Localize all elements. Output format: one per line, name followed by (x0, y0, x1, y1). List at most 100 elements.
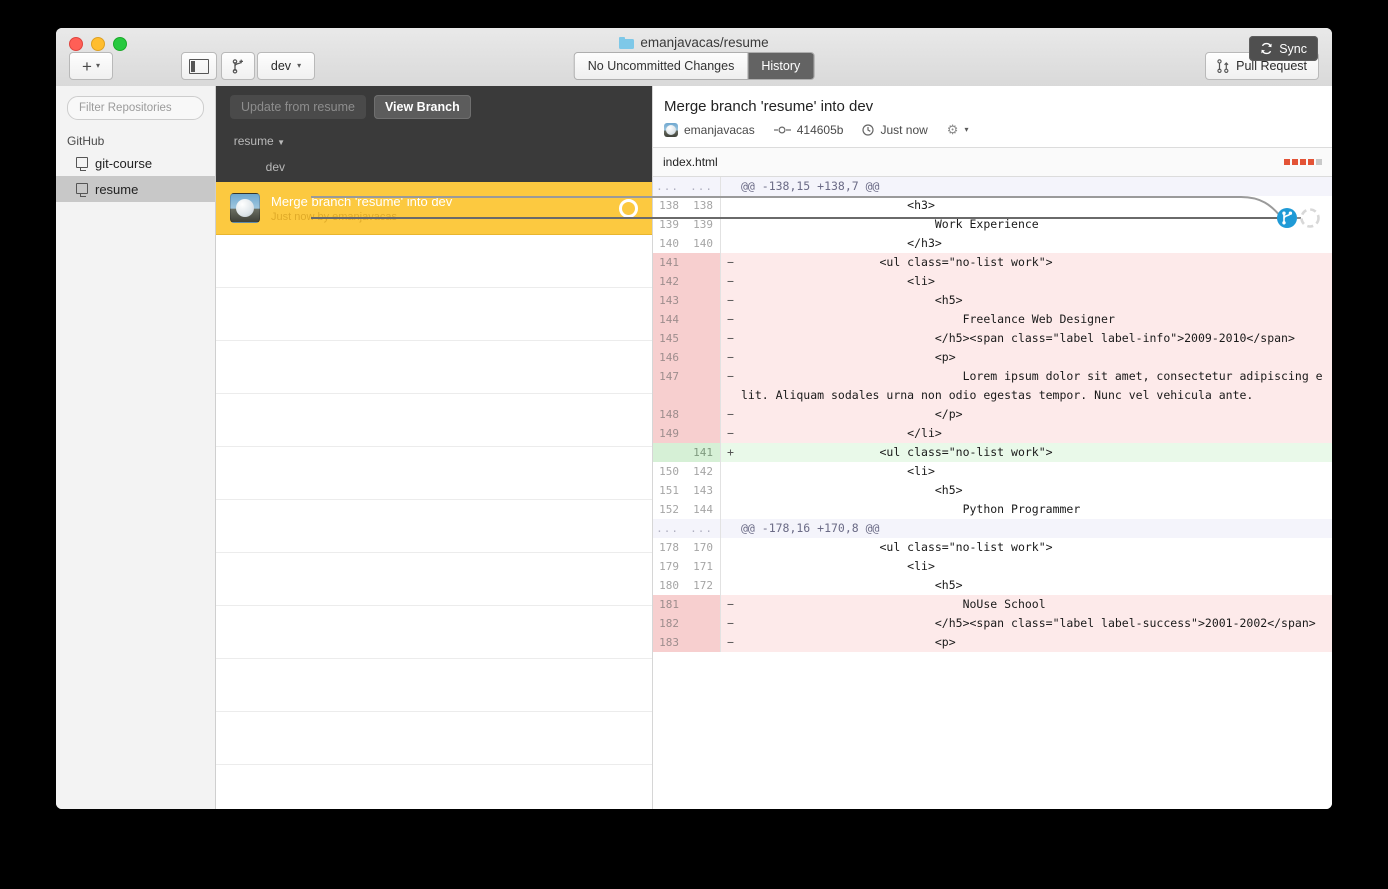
diff-code: Lorem ipsum dolor sit amet, consectetur … (741, 369, 1323, 402)
diff-new-lineno: 138 (687, 196, 721, 215)
diff-sign: − (727, 426, 734, 440)
diff-old-lineno: 182 (653, 614, 687, 633)
gear-icon[interactable]: ⚙ (947, 122, 959, 138)
window-title: emanjavacas/resume (56, 35, 1332, 50)
diff-new-lineno: 142 (687, 462, 721, 481)
diff-sign: − (727, 293, 734, 307)
sidebar-item-git-course[interactable]: git-course (56, 150, 215, 176)
pull-request-label: Pull Request (1236, 59, 1307, 73)
diff-new-lineno (687, 310, 721, 329)
diff-code: <p> (741, 350, 956, 364)
app-window: emanjavacas/resume + ▾ dev ▾ No Uncommit… (56, 28, 1332, 809)
diff-line-del: 181 − NoUse School (653, 595, 1332, 614)
diff-sign: − (727, 255, 734, 269)
plus-icon: + (82, 56, 92, 76)
pull-request-icon (1217, 59, 1229, 73)
sidebar-item-resume[interactable]: resume (56, 176, 215, 202)
sync-button[interactable]: Sync (1249, 36, 1318, 61)
diff-old-lineno: 141 (653, 253, 687, 272)
diff-view[interactable]: ...... @@ -138,15 +138,7 @@ 138 138 <h3> 139… (653, 177, 1332, 809)
branch-selector[interactable]: dev ▾ (257, 52, 315, 80)
commit-detail-pane: Merge branch 'resume' into dev emanjavac… (652, 86, 1332, 809)
diff-sign (721, 215, 741, 234)
list-item (216, 341, 652, 394)
diff-sign (721, 462, 741, 481)
list-item (216, 500, 652, 553)
diff-new-lineno: ... (687, 519, 721, 538)
diff-old-lineno: 183 (653, 633, 687, 652)
sidebar-item-label: resume (95, 181, 139, 197)
commit-author: emanjavacas (684, 123, 755, 137)
filter-repositories-input[interactable]: Filter Repositories (67, 96, 204, 120)
update-from-branch-button[interactable]: Update from resume (230, 94, 366, 119)
graph-branch-dev[interactable]: dev (216, 160, 285, 174)
sidebar-item-label: git-course (95, 155, 153, 171)
diff-old-lineno: 146 (653, 348, 687, 367)
diff-sign: − (727, 350, 734, 364)
sync-icon (1261, 42, 1272, 55)
diff-old-lineno: 181 (653, 595, 687, 614)
add-repository-button[interactable]: + ▾ (69, 52, 113, 80)
diff-new-lineno (687, 329, 721, 348)
diff-new-lineno: ... (687, 177, 721, 196)
chevron-down-icon[interactable]: ▾ (964, 126, 968, 134)
commit-detail-title: Merge branch 'resume' into dev (664, 98, 874, 115)
commit-sha[interactable]: 414605b (797, 123, 844, 137)
diff-new-lineno: 141 (687, 443, 721, 462)
diff-code: <ul class="no-list work"> (741, 255, 1053, 269)
view-branch-button[interactable]: View Branch (373, 94, 471, 119)
list-item (216, 659, 652, 712)
list-item (216, 447, 652, 500)
toggle-sidebar-button[interactable] (181, 52, 217, 80)
diff-code: <h5> (741, 483, 963, 497)
create-branch-button[interactable] (221, 52, 255, 80)
diff-line-ctx: 179 171 <li> (653, 557, 1332, 576)
diff-code: <h3> (741, 198, 935, 212)
commit-list[interactable]: Merge branch 'resume' into dev Just now … (216, 182, 652, 809)
diff-line-add: 141 + <ul class="no-list work"> (653, 443, 1332, 462)
diff-new-lineno: 139 (687, 215, 721, 234)
diff-old-lineno (653, 443, 687, 462)
chevron-down-icon: ▼ (277, 138, 285, 147)
sidebar-toggle-icon (189, 58, 209, 74)
diff-sign (721, 519, 741, 538)
diff-line-del: 141 − <ul class="no-list work"> (653, 253, 1332, 272)
window-body: Filter Repositories GitHub git-course re… (56, 86, 1332, 809)
clock-icon (862, 124, 875, 136)
diff-new-lineno: 144 (687, 500, 721, 519)
diff-new-lineno: 171 (687, 557, 721, 576)
graph-branch-label: dev (265, 160, 285, 174)
branch-graph: resume ▼ dev (216, 127, 652, 182)
list-item (216, 606, 652, 659)
branch-selector-label: dev (270, 59, 292, 73)
diff-file-header[interactable]: index.html (653, 148, 1332, 177)
create-branch-icon (232, 58, 243, 74)
tab-uncommitted-changes[interactable]: No Uncommitted Changes (574, 53, 748, 79)
window-title-text: emanjavacas/resume (640, 35, 769, 50)
diff-line-del: 144 − Freelance Web Designer (653, 310, 1332, 329)
list-item (216, 235, 652, 288)
commit-detail-header: Merge branch 'resume' into dev emanjavac… (653, 86, 1332, 148)
diff-old-lineno: 151 (659, 484, 679, 497)
tab-history[interactable]: History (747, 53, 814, 79)
diff-old-lineno: 152 (659, 503, 679, 516)
commit-subtitle: Just now by emanjavacas (271, 210, 397, 223)
diff-line-ctx: 140 140 </h3> (653, 234, 1332, 253)
diff-old-lineno: 147 (653, 367, 687, 405)
diff-old-lineno: ... (656, 180, 679, 193)
diff-file-name: index.html (663, 155, 718, 169)
commit-sha-icon (773, 126, 791, 134)
diff-code: <li> (741, 464, 935, 478)
diff-new-lineno (687, 614, 721, 633)
folder-icon (619, 36, 635, 49)
commit-list-item-selected[interactable]: Merge branch 'resume' into dev Just now … (216, 182, 652, 235)
diff-sign: − (727, 635, 734, 649)
diff-new-lineno: 170 (687, 538, 721, 557)
diff-line-ctx: 178 170 <ul class="no-list work"> (653, 538, 1332, 557)
diff-sign (721, 196, 741, 215)
diff-new-lineno: 143 (687, 481, 721, 500)
diff-old-lineno: 144 (653, 310, 687, 329)
diff-line-del: 148 − </p> (653, 405, 1332, 424)
diff-code: <ul class="no-list work"> (741, 540, 1053, 554)
graph-branch-resume[interactable]: resume ▼ (216, 134, 285, 148)
